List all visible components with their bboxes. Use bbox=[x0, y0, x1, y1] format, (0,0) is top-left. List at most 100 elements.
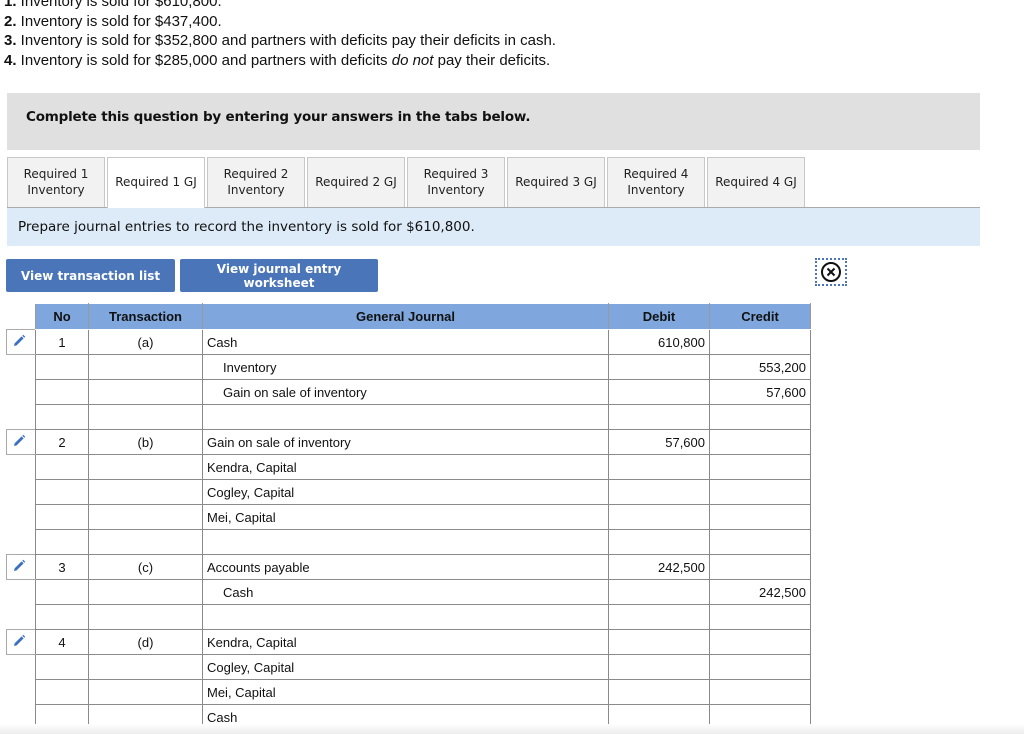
tab-required-2-gj[interactable]: Required 2 GJ bbox=[307, 157, 405, 207]
journal-row bbox=[7, 529, 811, 555]
account-cell[interactable]: Inventory bbox=[202, 354, 609, 380]
edit-cell[interactable] bbox=[6, 554, 36, 580]
debit-cell[interactable] bbox=[608, 679, 710, 705]
journal-row: 2 (b) Gain on sale of inventory 57,600 bbox=[6, 429, 811, 455]
table-header-row: No Transaction General Journal Debit Cre… bbox=[7, 303, 811, 330]
credit-cell[interactable] bbox=[709, 454, 811, 480]
credit-cell[interactable] bbox=[709, 604, 811, 630]
journal-row: Mei, Capital bbox=[7, 679, 811, 705]
debit-cell[interactable] bbox=[608, 504, 710, 530]
edit-cell bbox=[7, 605, 36, 630]
credit-cell[interactable] bbox=[709, 654, 811, 680]
journal-row: Cogley, Capital bbox=[7, 479, 811, 505]
problem-list: 1. Inventory is sold for $610,800. 2. In… bbox=[4, 0, 556, 70]
close-circle-icon bbox=[821, 262, 841, 282]
edit-pencil-icon[interactable] bbox=[12, 434, 26, 448]
edit-cell bbox=[7, 455, 36, 480]
credit-cell[interactable] bbox=[709, 629, 811, 655]
edit-cell bbox=[7, 380, 36, 405]
edit-cell[interactable] bbox=[6, 329, 36, 355]
transaction-label: (d) bbox=[88, 629, 203, 655]
tab-required-3-inventory[interactable]: Required 3 Inventory bbox=[407, 157, 505, 207]
transaction-label bbox=[88, 529, 203, 555]
edit-pencil-icon[interactable] bbox=[12, 559, 26, 573]
journal-row: 3 (c) Accounts payable 242,500 bbox=[6, 554, 811, 580]
prompt-text: Prepare journal entries to record the in… bbox=[18, 219, 475, 235]
edit-pencil-icon[interactable] bbox=[12, 634, 26, 648]
problem-item: 1. Inventory is sold for $610,800. bbox=[4, 0, 222, 10]
debit-cell[interactable]: 610,800 bbox=[608, 329, 710, 355]
edit-cell bbox=[7, 655, 36, 680]
view-journal-worksheet-button[interactable]: View journal entry worksheet bbox=[180, 259, 378, 292]
tab-required-3-gj[interactable]: Required 3 GJ bbox=[507, 157, 605, 207]
entry-number bbox=[35, 529, 89, 555]
credit-cell[interactable] bbox=[709, 479, 811, 505]
credit-cell[interactable]: 57,600 bbox=[709, 379, 811, 405]
credit-cell[interactable] bbox=[709, 529, 811, 555]
debit-cell[interactable] bbox=[608, 454, 710, 480]
tab-required-4-inventory[interactable]: Required 4 Inventory bbox=[607, 157, 705, 207]
instructions-text: Complete this question by entering your … bbox=[26, 109, 531, 125]
transaction-label bbox=[88, 504, 203, 530]
account-cell[interactable]: Cogley, Capital bbox=[202, 654, 609, 680]
account-cell[interactable]: Gain on sale of inventory bbox=[202, 429, 609, 455]
debit-cell[interactable] bbox=[608, 529, 710, 555]
transaction-label bbox=[88, 354, 203, 380]
account-cell[interactable]: Kendra, Capital bbox=[202, 454, 609, 480]
account-cell[interactable]: Cogley, Capital bbox=[202, 479, 609, 505]
edit-pencil-icon[interactable] bbox=[12, 334, 26, 348]
tab-required-1-gj[interactable]: Required 1 GJ bbox=[107, 157, 205, 208]
credit-cell[interactable] bbox=[709, 679, 811, 705]
edit-cell[interactable] bbox=[6, 429, 36, 455]
edit-cell[interactable] bbox=[6, 629, 36, 655]
credit-cell[interactable]: 553,200 bbox=[709, 354, 811, 380]
credit-cell[interactable] bbox=[709, 404, 811, 430]
account-cell[interactable]: Mei, Capital bbox=[202, 679, 609, 705]
account-cell[interactable] bbox=[202, 604, 609, 630]
edit-cell bbox=[7, 480, 36, 505]
tab-required-1-inventory[interactable]: Required 1 Inventory bbox=[7, 157, 105, 207]
debit-cell[interactable]: 242,500 bbox=[608, 554, 710, 580]
header-debit: Debit bbox=[608, 303, 710, 330]
account-cell[interactable]: Accounts payable bbox=[202, 554, 609, 580]
transaction-label bbox=[88, 379, 203, 405]
debit-cell[interactable] bbox=[608, 629, 710, 655]
entry-number bbox=[35, 354, 89, 380]
debit-cell[interactable] bbox=[608, 404, 710, 430]
transaction-label bbox=[88, 654, 203, 680]
account-cell[interactable]: Cash bbox=[202, 329, 609, 355]
account-cell[interactable] bbox=[202, 529, 609, 555]
debit-cell[interactable] bbox=[608, 579, 710, 605]
view-transaction-list-button[interactable]: View transaction list bbox=[6, 259, 175, 292]
close-button[interactable] bbox=[815, 258, 847, 286]
journal-row: Mei, Capital bbox=[7, 504, 811, 530]
debit-cell[interactable]: 57,600 bbox=[608, 429, 710, 455]
credit-cell[interactable]: 242,500 bbox=[709, 579, 811, 605]
edit-cell bbox=[7, 680, 36, 705]
credit-cell[interactable] bbox=[709, 429, 811, 455]
journal-row: Inventory 553,200 bbox=[7, 354, 811, 380]
edit-cell bbox=[7, 530, 36, 555]
debit-cell[interactable] bbox=[608, 604, 710, 630]
debit-cell[interactable] bbox=[608, 654, 710, 680]
account-cell[interactable]: Mei, Capital bbox=[202, 504, 609, 530]
transaction-label bbox=[88, 404, 203, 430]
tab-required-4-gj[interactable]: Required 4 GJ bbox=[707, 157, 805, 207]
tab-required-2-inventory[interactable]: Required 2 Inventory bbox=[207, 157, 305, 207]
credit-cell[interactable] bbox=[709, 504, 811, 530]
debit-cell[interactable] bbox=[608, 354, 710, 380]
credit-cell[interactable] bbox=[709, 329, 811, 355]
debit-cell[interactable] bbox=[608, 479, 710, 505]
credit-cell[interactable] bbox=[709, 554, 811, 580]
account-cell[interactable] bbox=[202, 404, 609, 430]
journal-row: Cogley, Capital bbox=[7, 654, 811, 680]
account-cell[interactable]: Cash bbox=[202, 579, 609, 605]
transaction-label bbox=[88, 454, 203, 480]
account-cell[interactable]: Kendra, Capital bbox=[202, 629, 609, 655]
entry-number bbox=[35, 454, 89, 480]
edit-cell bbox=[7, 505, 36, 530]
problem-item: 3. Inventory is sold for $352,800 and pa… bbox=[4, 32, 556, 49]
account-cell[interactable]: Gain on sale of inventory bbox=[202, 379, 609, 405]
transaction-label: (c) bbox=[88, 554, 203, 580]
debit-cell[interactable] bbox=[608, 379, 710, 405]
